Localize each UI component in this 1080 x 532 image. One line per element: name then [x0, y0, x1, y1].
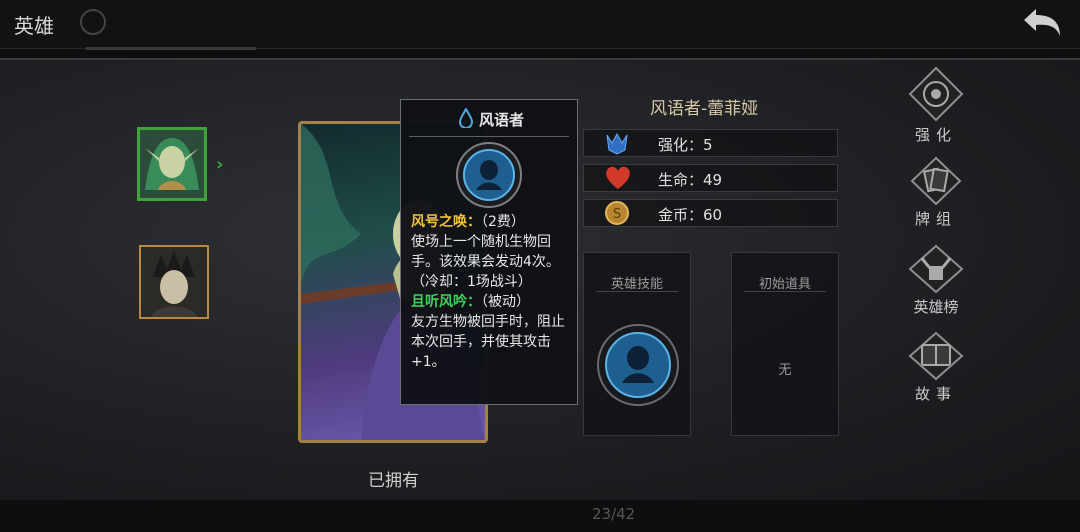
deck-icon: [910, 156, 962, 206]
tooltip-divider: [409, 136, 569, 137]
heart-icon: [606, 166, 630, 189]
skill1-desc: 使场上一个随机生物回手。该效果会发动4次。（冷却：1场战斗）: [411, 234, 560, 290]
skill1-name: 风号之唤：: [411, 214, 481, 230]
owned-status: 已拥有: [368, 471, 419, 491]
starting-items-empty: 无: [778, 363, 792, 378]
hero-skill-icon: [456, 142, 522, 208]
menu-leaderboard-label: 英雄榜: [913, 298, 959, 316]
svg-text:S: S: [613, 207, 621, 222]
hero-skill-icon[interactable]: [596, 323, 680, 407]
enhance-menu-icon: [908, 66, 964, 122]
hero-name: 风语者-蕾菲娅: [650, 99, 759, 119]
starting-items-panel[interactable]: 初始道具 无: [731, 252, 839, 436]
stat-health: 生命：49: [583, 164, 838, 192]
header-divider: [86, 47, 256, 50]
stat-enhance: 强化：5: [583, 129, 838, 157]
tooltip-title: 风语者: [479, 111, 525, 129]
skill2-desc: 友方生物被回手时，阻止本次回手，并使其攻击+1。: [411, 314, 565, 370]
hero-portrait-selected[interactable]: [137, 127, 207, 201]
selected-indicator-icon: ›: [216, 154, 224, 175]
skill2-name: 且听风吟：: [411, 294, 481, 310]
starting-items-title: 初始道具: [758, 277, 811, 292]
skill2-type: （被动）: [481, 294, 530, 310]
stat-health-label: 生命：49: [658, 171, 723, 189]
stat-gold: S 金币：60: [583, 199, 838, 227]
menu-leaderboard-button[interactable]: 英雄榜: [904, 244, 968, 317]
enhance-icon: [606, 132, 628, 155]
coin-icon: S: [605, 201, 629, 225]
menu-story-button[interactable]: 故事: [904, 331, 968, 404]
hero-skill-panel[interactable]: 英雄技能: [583, 252, 691, 436]
back-icon[interactable]: [1020, 6, 1064, 40]
emblem-icon: [80, 9, 106, 35]
stat-gold-label: 金币：60: [658, 206, 723, 224]
menu-story-label: 故事: [914, 385, 957, 403]
menu-deck-label: 牌组: [914, 210, 957, 228]
tooltip-body: 风号之唤：（2费） 使场上一个随机生物回手。该效果会发动4次。（冷却：1场战斗）…: [411, 212, 571, 372]
stat-enhance-label: 强化：5: [658, 136, 713, 154]
menu-deck-button[interactable]: 牌组: [904, 156, 968, 229]
page-title: 英雄: [14, 14, 54, 38]
leaderboard-icon: [908, 244, 964, 294]
hero-portrait-2[interactable]: [139, 245, 209, 319]
menu-enhance-button[interactable]: 强化: [904, 66, 968, 145]
menu-enhance-label: 强化: [914, 126, 957, 144]
water-drop-icon: [459, 108, 473, 128]
page-indicator: 23/42: [592, 505, 636, 523]
panel-divider: [744, 291, 826, 292]
skill1-cost: （2费）: [481, 214, 525, 230]
hero-skill-title: 英雄技能: [610, 277, 663, 292]
story-icon: [908, 331, 964, 381]
skill-tooltip: 风语者 风号之唤：（2费） 使场上一个随机生物回手。该效果会发动4次。（冷却：1…: [400, 99, 578, 405]
dark-hero-avatar: [141, 247, 207, 317]
elf-hero-avatar: [140, 130, 204, 198]
top-bar: 英雄: [0, 0, 1080, 50]
panel-divider: [596, 291, 678, 292]
